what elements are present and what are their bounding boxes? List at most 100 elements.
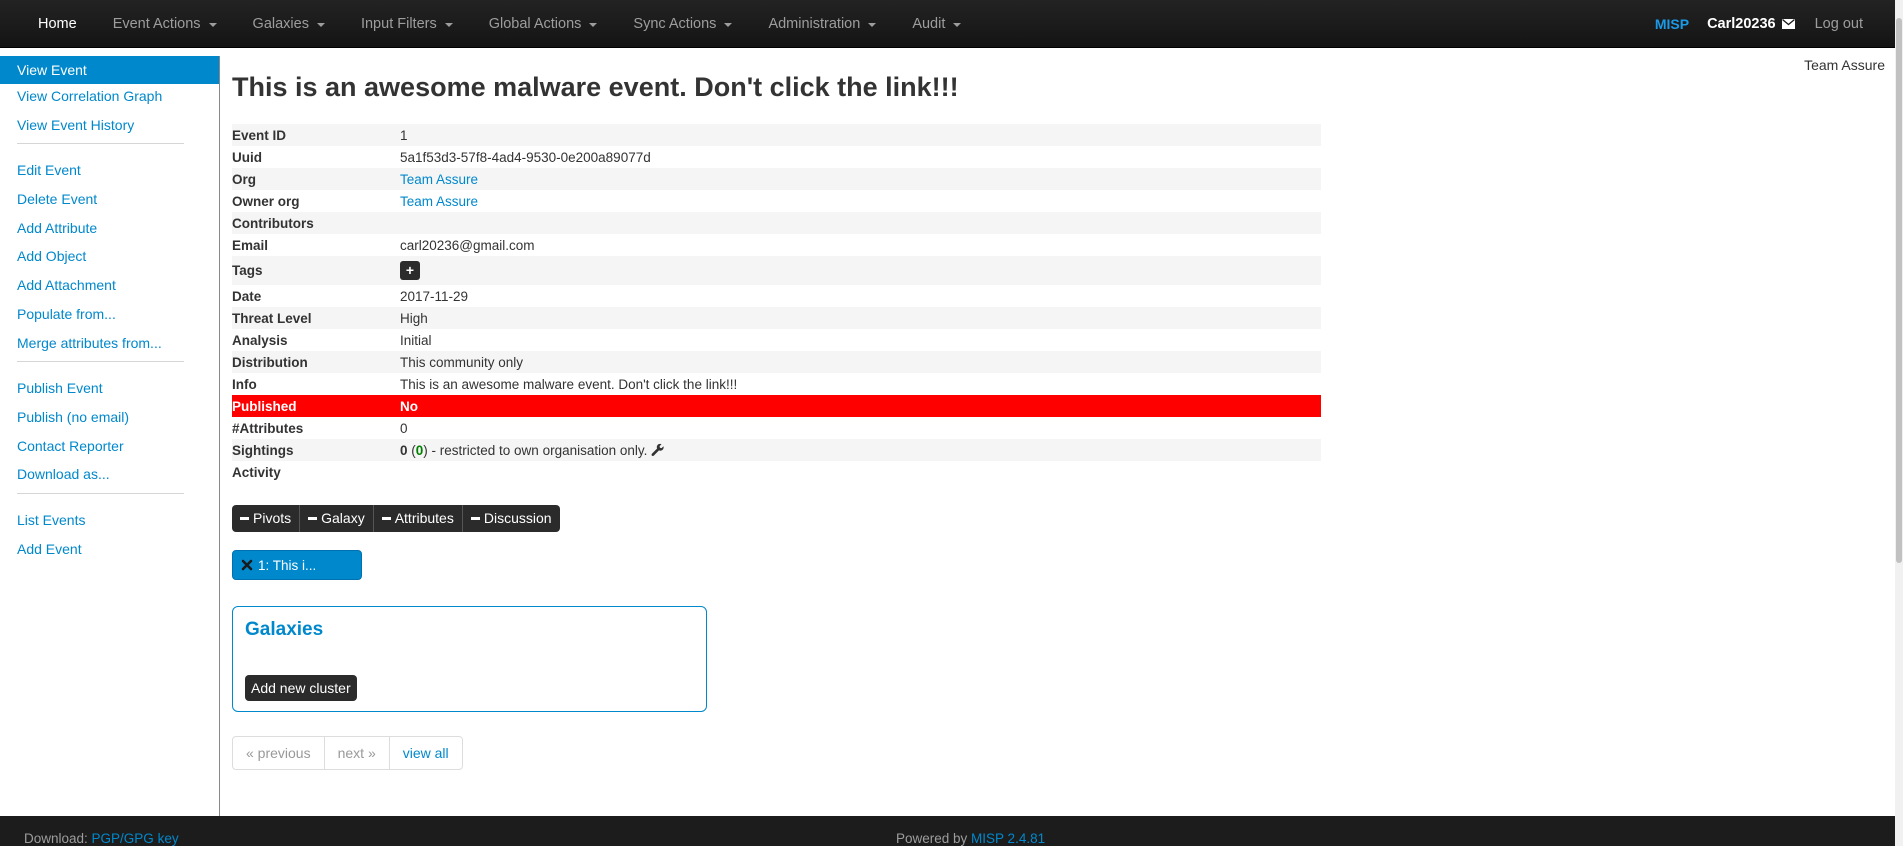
pager-next[interactable]: next » [325, 737, 390, 769]
detail-row-tags: Tags + [232, 256, 1321, 285]
nav-home[interactable]: Home [20, 0, 95, 47]
sidebar-item-add-event[interactable]: Add Event [0, 539, 219, 559]
detail-label: Contributors [232, 212, 400, 234]
sidebar-item-list-events[interactable]: List Events [0, 510, 219, 530]
sidebar-item-view-correlation-graph[interactable]: View Correlation Graph [0, 86, 219, 106]
detail-label: Date [232, 288, 262, 304]
pagination: « previous next » view all [232, 736, 463, 770]
nav-galaxies[interactable]: Galaxies [235, 0, 343, 47]
tab-attributes[interactable]: Attributes [374, 505, 463, 532]
detail-value: This is an awesome malware event. Don't … [400, 376, 738, 392]
nav-audit[interactable]: Audit [894, 0, 979, 47]
nav-label: Administration [768, 15, 861, 32]
add-tag-button[interactable]: + [400, 261, 420, 280]
misp-version-link[interactable]: MISP 2.4.81 [971, 831, 1045, 846]
sidebar-item-contact-reporter[interactable]: Contact Reporter [0, 436, 219, 456]
user-name[interactable]: Carl20236 [1707, 16, 1776, 32]
scrollbar-thumb[interactable] [1896, 18, 1902, 563]
nav-global-actions[interactable]: Global Actions [471, 0, 616, 47]
tab-label: Pivots [253, 510, 292, 526]
sidebar-item-delete-event[interactable]: Delete Event [0, 189, 219, 209]
tab-discussion[interactable]: Discussion [463, 505, 560, 532]
page-title: This is an awesome malware event. Don't … [232, 72, 959, 102]
caret-down-icon [316, 22, 325, 27]
detail-value: carl20236@gmail.com [400, 237, 535, 253]
sidebar-item-add-attribute[interactable]: Add Attribute [0, 218, 219, 238]
logout-link[interactable]: Log out [1815, 16, 1863, 32]
detail-label: Tags [232, 256, 400, 285]
detail-label: Activity [232, 464, 281, 480]
detail-value: 2017-11-29 [400, 288, 469, 304]
nav-sync-actions[interactable]: Sync Actions [615, 0, 750, 47]
sidebar-item-publish-event[interactable]: Publish Event [0, 378, 219, 398]
detail-row-event-id: Event ID 1 [232, 124, 1321, 146]
nav-input-filters[interactable]: Input Filters [343, 0, 471, 47]
detail-value: This community only [400, 351, 1321, 373]
sidebar-item-add-object[interactable]: Add Object [0, 246, 219, 266]
envelope-icon[interactable] [1781, 18, 1795, 29]
footer: Download: PGP/GPG key Powered by MISP 2.… [0, 816, 1903, 846]
minus-icon [240, 517, 249, 520]
detail-value [400, 212, 1321, 234]
add-cluster-button[interactable]: Add new cluster [245, 675, 357, 701]
footer-powered-label: Powered by [896, 831, 972, 846]
nav-label: Galaxies [252, 15, 309, 32]
sidebar-divider [17, 492, 184, 494]
caret-down-icon [208, 22, 217, 27]
pgp-key-link[interactable]: PGP/GPG key [92, 831, 179, 846]
sidebar-item-edit-event[interactable]: Edit Event [0, 160, 219, 180]
sidebar-item-merge-attributes[interactable]: Merge attributes from... [0, 333, 219, 353]
galaxies-title: Galaxies [245, 619, 324, 640]
detail-row-uuid: Uuid 5a1f53d3-57f8-4ad4-9530-0e200a89077d [232, 146, 1321, 168]
close-icon[interactable] [241, 559, 253, 571]
caret-down-icon [589, 22, 598, 27]
pager-view-all[interactable]: view all [390, 737, 462, 769]
nav-administration[interactable]: Administration [750, 0, 894, 47]
detail-value: 0 [400, 420, 408, 436]
owner-org-link[interactable]: Team Assure [400, 194, 478, 209]
detail-row-contributors: Contributors [232, 212, 1321, 234]
sightings-paren: ( [407, 442, 416, 458]
detail-row-threat-level: Threat Level High [232, 307, 1321, 329]
pivot-item[interactable]: 1: This i... [232, 550, 362, 580]
detail-row-info: Info This is an awesome malware event. Do… [232, 373, 1321, 395]
footer-download: Download: PGP/GPG key [24, 831, 179, 846]
sidebar-item-populate-from[interactable]: Populate from... [0, 304, 219, 324]
detail-row-attributes: #Attributes 0 [232, 417, 1321, 439]
caret-down-icon [868, 22, 877, 27]
detail-row-distribution: Distribution This community only [232, 351, 1321, 373]
top-navbar: Home Event Actions Galaxies Input Filter… [0, 0, 1903, 48]
detail-row-date: Date 2017-11-29 [232, 285, 1321, 307]
detail-label: Email [232, 237, 269, 253]
nav-label: Audit [912, 15, 946, 32]
pager-previous[interactable]: « previous [233, 737, 325, 769]
nav-user-area: MISP Carl20236 Log out [1655, 0, 1863, 47]
detail-row-published: Published No [232, 395, 1321, 417]
minus-icon [308, 517, 318, 520]
footer-powered: Powered by MISP 2.4.81 [896, 831, 1045, 846]
nav-label: Input Filters [360, 15, 437, 32]
tab-label: Discussion [483, 510, 552, 526]
sidebar-item-view-event[interactable]: View Event [0, 56, 219, 84]
detail-value: High [400, 307, 1321, 329]
sidebar-item-publish-no-email[interactable]: Publish (no email) [0, 407, 219, 427]
caret-down-icon [953, 22, 962, 27]
misp-brand[interactable]: MISP [1655, 16, 1689, 32]
tab-galaxy[interactable]: Galaxy [300, 505, 374, 532]
scrollbar[interactable] [1895, 0, 1903, 846]
nav-event-actions[interactable]: Event Actions [95, 0, 235, 47]
detail-row-org: Org Team Assure [232, 168, 1321, 190]
detail-label: Distribution [232, 351, 400, 373]
sidebar-item-download-as[interactable]: Download as... [0, 464, 219, 484]
org-link[interactable]: Team Assure [400, 172, 478, 187]
sidebar-item-view-event-history[interactable]: View Event History [0, 115, 219, 135]
detail-label: Analysis [232, 332, 288, 348]
detail-value: 5a1f53d3-57f8-4ad4-9530-0e200a89077d [400, 149, 651, 165]
detail-label: #Attributes [232, 420, 304, 436]
tab-pivots[interactable]: Pivots [232, 505, 301, 532]
sidebar-item-add-attachment[interactable]: Add Attachment [0, 275, 219, 295]
detail-label: Published [232, 395, 400, 417]
detail-row-sightings: Sightings 0 (0) - restricted to own organ… [232, 439, 1321, 461]
wrench-icon[interactable] [651, 443, 665, 457]
detail-label: Org [232, 168, 400, 190]
